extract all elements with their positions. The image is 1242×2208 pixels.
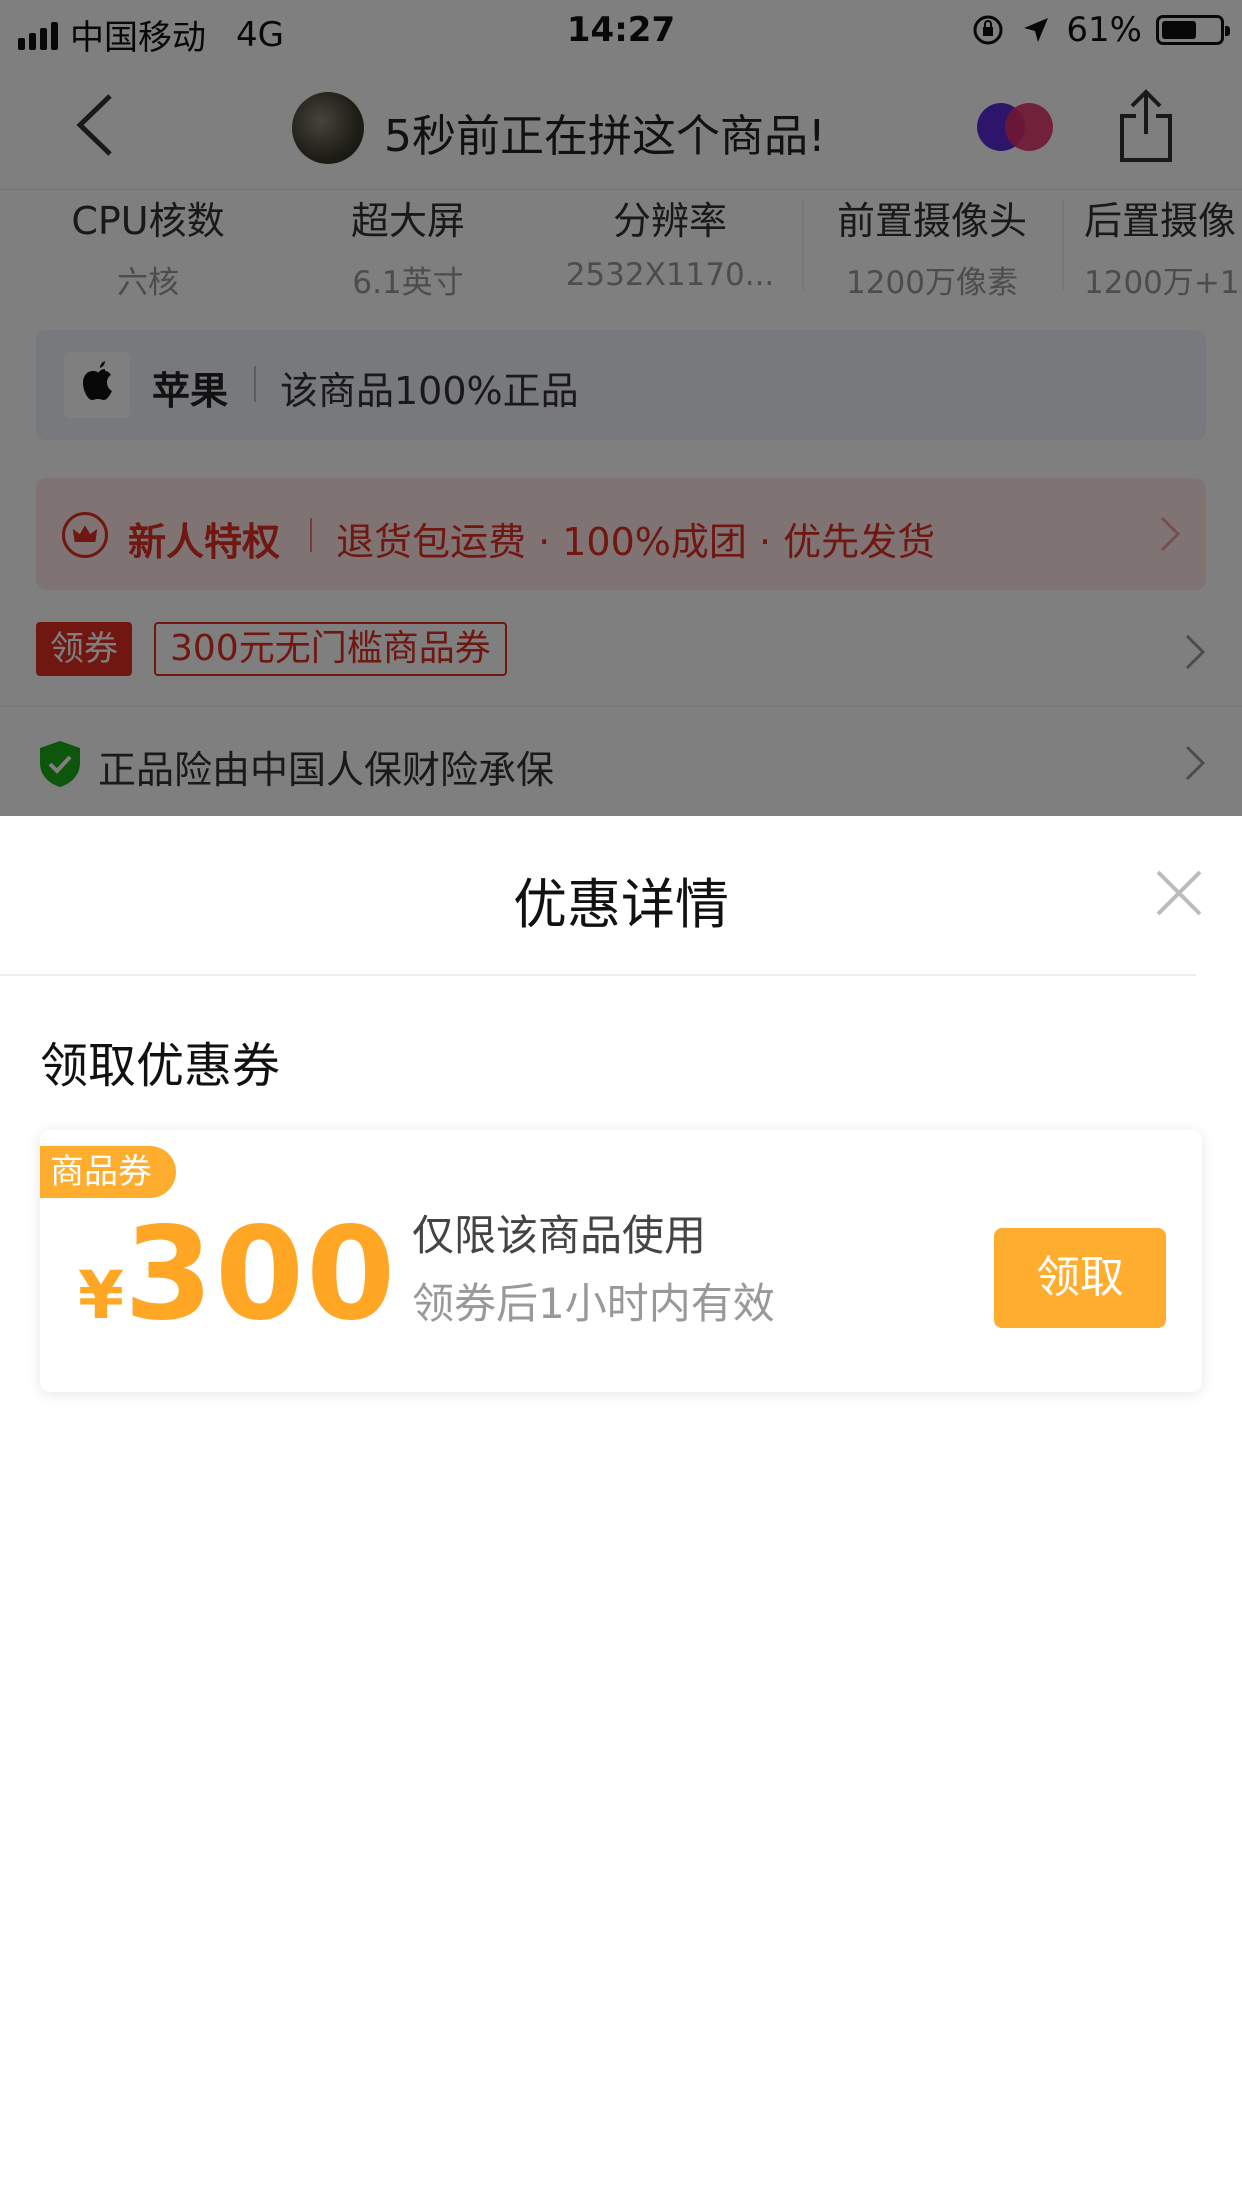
coupon-amount: ¥300 <box>78 1200 397 1349</box>
divider <box>0 974 1196 976</box>
claim-button[interactable]: 领取 <box>994 1228 1166 1328</box>
discount-details-sheet: 优惠详情 领取优惠券 商品券 ¥300 仅限该商品使用 领券后1小时内有效 领取 <box>0 816 1242 2208</box>
coupon-validity: 领券后1小时内有效 <box>412 1279 775 1328</box>
coupon-value: 300 <box>123 1200 398 1349</box>
close-icon[interactable] <box>1152 866 1206 920</box>
sheet-title: 优惠详情 <box>513 873 729 936</box>
coupon-card: 商品券 ¥300 仅限该商品使用 领券后1小时内有效 领取 <box>40 1130 1202 1392</box>
section-title: 领取优惠券 <box>40 1038 281 1094</box>
modal-overlay[interactable] <box>0 0 1242 816</box>
currency-symbol: ¥ <box>78 1257 124 1334</box>
coupon-type-badge: 商品券 <box>40 1146 176 1198</box>
coupon-scope: 仅限该商品使用 <box>412 1211 707 1260</box>
